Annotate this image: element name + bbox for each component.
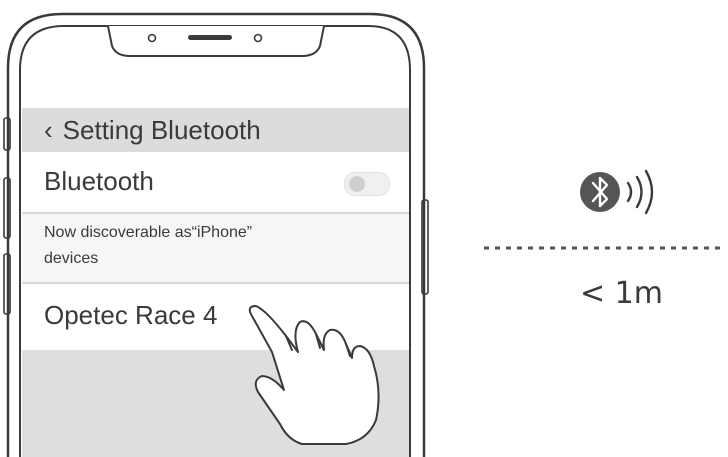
signal-waves-icon [626,169,654,215]
phone-notch [107,25,325,57]
speaker-grille [188,35,232,40]
distance-label: < 1m [580,276,663,311]
pointing-hand-icon [248,305,380,445]
illustration: ‹ Setting Bluetooth Bluetooth Now discov… [0,0,728,457]
line-art [3,12,724,457]
